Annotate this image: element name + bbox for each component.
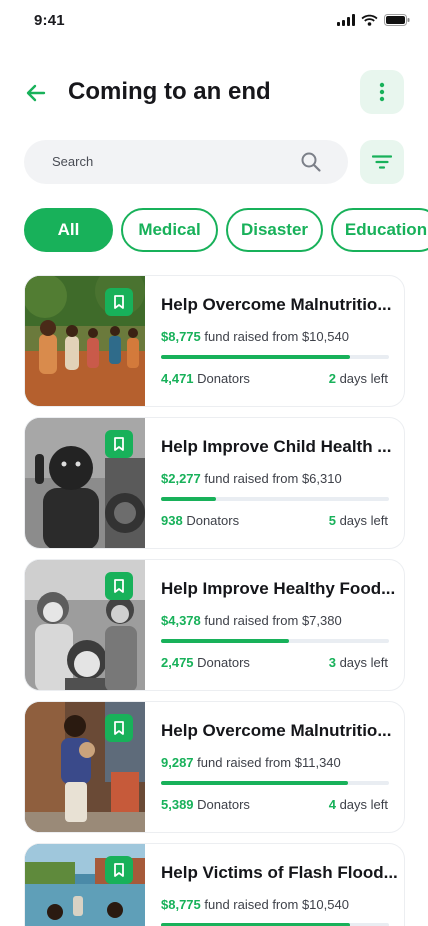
filter-icon — [372, 155, 392, 169]
raised-line: $2,277 fund raised from $6,310 — [161, 471, 342, 486]
raised-text: fund raised from — [204, 471, 299, 486]
days-count: 5 — [328, 513, 336, 528]
header: Coming to an end — [0, 70, 428, 114]
goal-amount: $7,380 — [301, 613, 342, 628]
category-filters: All Medical Disaster Education — [24, 208, 428, 252]
donators-label: Donators — [197, 655, 250, 670]
wifi-icon — [361, 14, 378, 26]
arrow-left-icon — [26, 84, 46, 102]
search-placeholder: Search — [52, 154, 94, 169]
raised-line: $4,378 fund raised from $7,380 — [161, 613, 342, 628]
donators-label: Donators — [186, 513, 240, 528]
status-time: 9:41 — [34, 12, 65, 29]
search-icon[interactable] — [300, 151, 322, 173]
raised-amount: $8,775 — [161, 329, 201, 344]
raised-line: $8,775 fund raised from $10,540 — [161, 897, 349, 912]
bookmark-icon — [114, 721, 124, 735]
progress-fill — [161, 497, 216, 501]
days-label: days left — [339, 655, 388, 670]
raised-amount: 9,287 — [161, 755, 194, 770]
bookmark-button[interactable] — [105, 714, 133, 742]
days-label: days left — [339, 371, 388, 386]
progress-bar — [161, 355, 389, 359]
progress-bar — [161, 639, 389, 643]
signal-icon — [337, 14, 355, 26]
campaign-card[interactable]: Help Improve Child Health ... $2,277 fun… — [24, 417, 405, 549]
donators-count: 938 — [161, 513, 183, 528]
chip-education[interactable]: Education — [331, 208, 428, 252]
days-count: 4 — [328, 797, 336, 812]
progress-bar — [161, 781, 389, 785]
goal-amount: $10,540 — [301, 329, 349, 344]
chip-all[interactable]: All — [24, 208, 113, 252]
search-input[interactable]: Search — [24, 140, 348, 184]
progress-bar — [161, 497, 389, 501]
more-vertical-icon — [379, 82, 385, 102]
campaign-title: Help Improve Child Health ... — [161, 437, 392, 456]
days-left: 4 days left — [329, 797, 388, 812]
donators: 4,471 Donators — [161, 371, 250, 386]
chip-medical[interactable]: Medical — [121, 208, 218, 252]
raised-amount: $8,775 — [161, 897, 201, 912]
donators: 5,389 Donators — [161, 797, 250, 812]
raised-amount: $4,378 — [161, 613, 201, 628]
raised-line: 9,287 fund raised from $11,340 — [161, 755, 341, 770]
goal-amount: $10,540 — [301, 897, 349, 912]
raised-text: fund raised from — [204, 329, 299, 344]
campaign-card[interactable]: Help Victims of Flash Flood... $8,775 fu… — [24, 843, 405, 926]
campaign-card[interactable]: Help Overcome Malnutritio... $8,775 fund… — [24, 275, 405, 407]
days-left: 2 days left — [329, 371, 388, 386]
donators: 2,475 Donators — [161, 655, 250, 670]
days-count: 3 — [328, 655, 336, 670]
raised-text: fund raised from — [204, 897, 299, 912]
donators-count: 5,389 — [161, 797, 194, 812]
raised-text: fund raised from — [204, 613, 299, 628]
campaign-card[interactable]: Help Improve Healthy Food... $4,378 fund… — [24, 559, 405, 691]
campaign-title: Help Overcome Malnutritio... — [161, 721, 392, 740]
goal-amount: $11,340 — [294, 755, 341, 770]
status-bar: 9:41 — [0, 0, 428, 44]
bookmark-icon — [114, 295, 124, 309]
bookmark-icon — [114, 579, 124, 593]
back-button[interactable] — [22, 79, 50, 107]
days-left: 5 days left — [329, 513, 388, 528]
raised-amount: $2,277 — [161, 471, 201, 486]
donators-count: 4,471 — [161, 371, 194, 386]
campaign-title: Help Improve Healthy Food... — [161, 579, 396, 598]
raised-line: $8,775 fund raised from $10,540 — [161, 329, 349, 344]
days-label: days left — [339, 513, 388, 528]
progress-fill — [161, 355, 351, 359]
bookmark-button[interactable] — [105, 430, 133, 458]
chip-disaster[interactable]: Disaster — [226, 208, 323, 252]
page-title: Coming to an end — [68, 78, 271, 105]
days-count: 2 — [328, 371, 336, 386]
filter-button[interactable] — [360, 140, 404, 184]
campaign-title: Help Overcome Malnutritio... — [161, 295, 392, 314]
campaign-card[interactable]: Help Overcome Malnutritio... 9,287 fund … — [24, 701, 405, 833]
goal-amount: $6,310 — [301, 471, 342, 486]
donators-label: Donators — [197, 797, 250, 812]
battery-icon — [384, 14, 410, 26]
days-label: days left — [339, 797, 388, 812]
bookmark-button[interactable] — [105, 856, 133, 884]
bookmark-button[interactable] — [105, 572, 133, 600]
status-icons — [337, 14, 410, 26]
campaign-title: Help Victims of Flash Flood... — [161, 863, 398, 882]
donators: 938 Donators — [161, 513, 239, 528]
days-left: 3 days left — [329, 655, 388, 670]
raised-text: fund raised from — [197, 755, 292, 770]
donators-label: Donators — [197, 371, 250, 386]
bookmark-icon — [114, 437, 124, 451]
bookmark-button[interactable] — [105, 288, 133, 316]
progress-fill — [161, 639, 289, 643]
bookmark-icon — [114, 863, 124, 877]
donators-count: 2,475 — [161, 655, 194, 670]
more-options-button[interactable] — [360, 70, 404, 114]
progress-fill — [161, 781, 348, 785]
